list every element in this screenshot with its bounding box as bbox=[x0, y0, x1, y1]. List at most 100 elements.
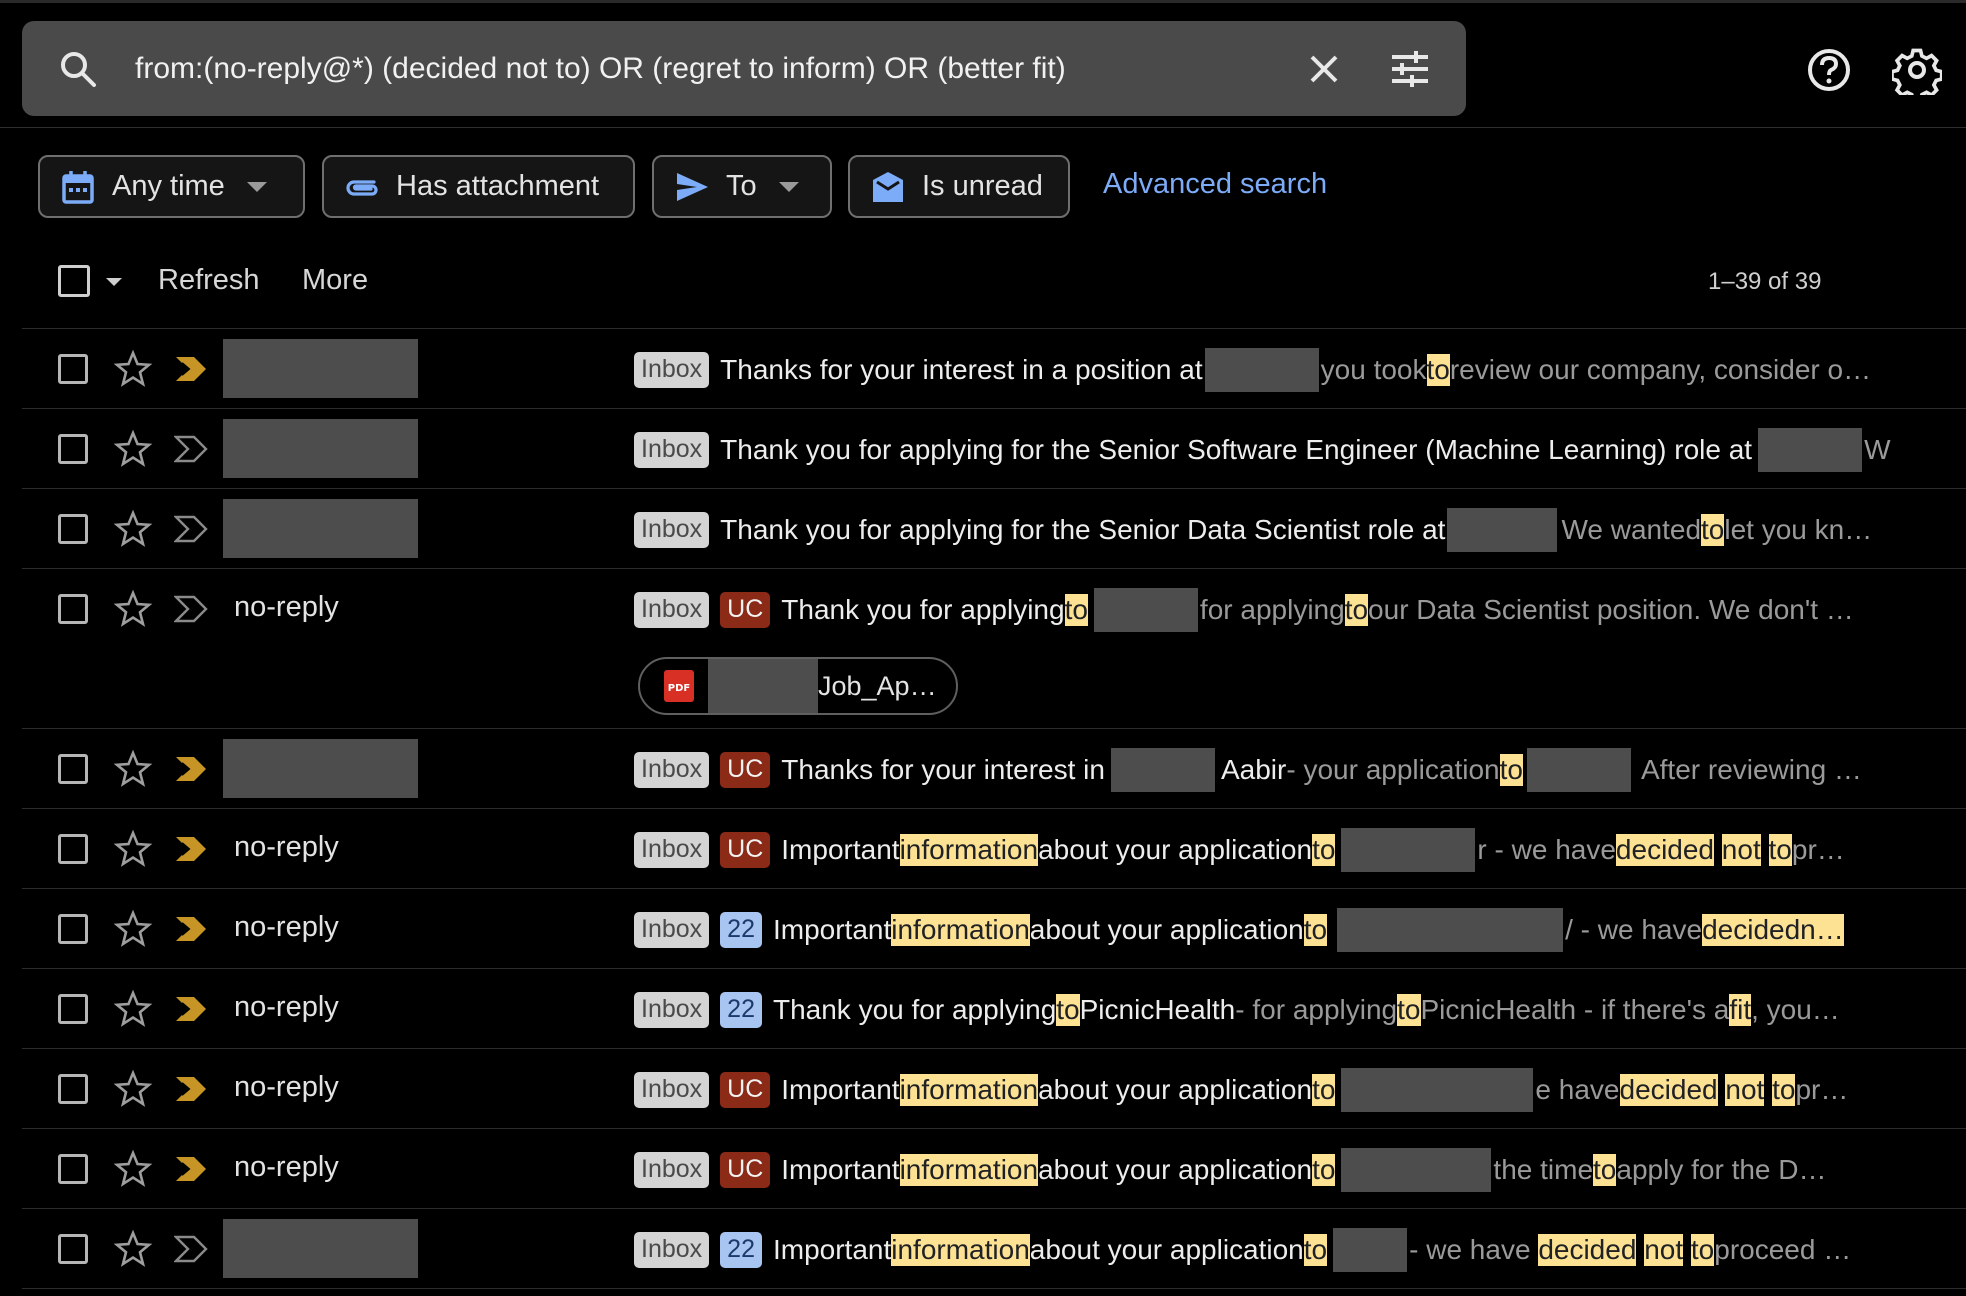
star-icon[interactable] bbox=[113, 749, 153, 789]
redacted-text bbox=[1341, 1068, 1534, 1112]
star-icon[interactable] bbox=[113, 1069, 153, 1109]
importance-marker-icon[interactable] bbox=[174, 993, 208, 1025]
email-snippet: apply for the D… bbox=[1616, 1154, 1827, 1185]
refresh-button[interactable]: Refresh bbox=[158, 264, 260, 297]
email-content: Inbox Thank you for applying for the Sen… bbox=[634, 428, 1942, 472]
email-subject: Thank you for applying for the Senior So… bbox=[720, 434, 1753, 465]
search-highlight: information bbox=[891, 1234, 1030, 1266]
search-highlight: to bbox=[1772, 1074, 1796, 1106]
email-sender: no-reply bbox=[234, 991, 339, 1023]
importance-marker-icon[interactable] bbox=[174, 753, 208, 785]
email-subject: Important bbox=[772, 914, 892, 945]
importance-marker-icon[interactable] bbox=[174, 513, 208, 545]
has-attachment-label: Has attachment bbox=[396, 170, 600, 202]
has-attachment-chip[interactable]: Has attachment bbox=[322, 155, 635, 218]
email-row[interactable]: no-reply Inbox UC Thank you for applying… bbox=[22, 569, 1966, 729]
select-menu-chevron-icon[interactable] bbox=[106, 278, 122, 286]
importance-marker-icon[interactable] bbox=[174, 1073, 208, 1105]
importance-marker-icon[interactable] bbox=[174, 1233, 208, 1265]
importance-marker-icon[interactable] bbox=[174, 593, 208, 625]
uc-label: UC bbox=[720, 832, 771, 868]
email-row[interactable]: no-reply Inbox 22 Thank you for applying… bbox=[22, 969, 1966, 1049]
importance-marker-icon[interactable] bbox=[174, 833, 208, 865]
email-snippet: the time bbox=[1493, 1154, 1594, 1185]
search-highlight: to bbox=[1397, 994, 1421, 1026]
star-icon[interactable] bbox=[113, 829, 153, 869]
email-row[interactable]: Inbox Thanks for your interest in a posi… bbox=[22, 329, 1966, 409]
email-snippet: proceed … bbox=[1714, 1234, 1852, 1265]
email-row[interactable]: no-reply Inbox UC Important information … bbox=[22, 1049, 1966, 1129]
star-icon[interactable] bbox=[113, 589, 153, 629]
email-subject: Important bbox=[781, 1154, 900, 1185]
search-highlight: to bbox=[1303, 914, 1328, 946]
search-options-icon[interactable] bbox=[1388, 47, 1432, 91]
search-highlight: n… bbox=[1800, 914, 1844, 946]
star-icon[interactable] bbox=[113, 429, 153, 469]
row-checkbox[interactable] bbox=[58, 914, 88, 944]
email-snippet: - for applying bbox=[1235, 994, 1398, 1025]
help-icon[interactable] bbox=[1806, 47, 1852, 93]
gear-icon[interactable] bbox=[1892, 45, 1942, 95]
any-time-chip[interactable]: Any time bbox=[38, 155, 305, 218]
row-checkbox[interactable] bbox=[58, 354, 88, 384]
star-icon[interactable] bbox=[113, 509, 153, 549]
email-subject: about your application bbox=[1038, 1154, 1313, 1185]
more-button[interactable]: More bbox=[302, 264, 368, 297]
star-icon[interactable] bbox=[113, 989, 153, 1029]
email-row[interactable]: Inbox Thank you for applying for the Sen… bbox=[22, 409, 1966, 489]
email-snippet: pr… bbox=[1791, 834, 1845, 865]
row-checkbox[interactable] bbox=[58, 1234, 88, 1264]
importance-marker-icon[interactable] bbox=[174, 353, 208, 385]
star-icon[interactable] bbox=[113, 909, 153, 949]
importance-marker-icon[interactable] bbox=[174, 1153, 208, 1185]
search-highlight: not bbox=[1725, 1074, 1765, 1106]
importance-marker-icon[interactable] bbox=[174, 433, 208, 465]
search-highlight: information bbox=[899, 1154, 1039, 1186]
uc-label: UC bbox=[720, 592, 771, 628]
email-snippet: - we have bbox=[1409, 1234, 1531, 1265]
redacted-sender bbox=[223, 339, 418, 398]
inbox-label: Inbox bbox=[634, 992, 710, 1028]
email-content: Inbox UC Important information about you… bbox=[634, 828, 1942, 872]
email-row[interactable]: no-reply Inbox UC Important information … bbox=[22, 1129, 1966, 1209]
email-snippet: for applying bbox=[1199, 594, 1345, 625]
star-icon[interactable] bbox=[113, 1149, 153, 1189]
row-checkbox[interactable] bbox=[58, 994, 88, 1024]
email-row[interactable]: Inbox 22 Important information about you… bbox=[22, 1209, 1966, 1289]
row-checkbox[interactable] bbox=[58, 754, 88, 784]
search-highlight: to bbox=[1064, 594, 1088, 626]
is-unread-label: Is unread bbox=[922, 170, 1043, 202]
redacted-text bbox=[1337, 908, 1564, 952]
search-box[interactable]: from:(no-reply@*) (decided not to) OR (r… bbox=[22, 21, 1466, 116]
attachment-chip[interactable]: PDF Job_Ap… bbox=[638, 657, 958, 715]
email-snippet: r - we have bbox=[1477, 834, 1616, 865]
is-unread-chip[interactable]: Is unread bbox=[848, 155, 1070, 218]
advanced-search-link[interactable]: Advanced search bbox=[1103, 168, 1327, 201]
row-checkbox[interactable] bbox=[58, 594, 88, 624]
to-chip[interactable]: To bbox=[652, 155, 832, 218]
star-icon[interactable] bbox=[113, 1229, 153, 1269]
select-all-checkbox[interactable] bbox=[58, 265, 90, 297]
row-checkbox[interactable] bbox=[58, 1074, 88, 1104]
redacted-text bbox=[708, 659, 818, 713]
email-row[interactable]: no-reply Inbox UC Important information … bbox=[22, 809, 1966, 889]
search-icon[interactable] bbox=[58, 49, 98, 89]
importance-marker-icon[interactable] bbox=[174, 913, 208, 945]
row-checkbox[interactable] bbox=[58, 514, 88, 544]
email-row[interactable]: Inbox Thank you for applying for the Sen… bbox=[22, 489, 1966, 569]
redacted-sender bbox=[223, 1219, 418, 1278]
row-checkbox[interactable] bbox=[58, 434, 88, 464]
email-row[interactable]: no-reply Inbox 22 Important information … bbox=[22, 889, 1966, 969]
email-subject: Important bbox=[781, 834, 900, 865]
email-snippet: e have bbox=[1535, 1074, 1620, 1105]
label-22: 22 bbox=[720, 912, 762, 948]
close-icon[interactable] bbox=[1302, 47, 1346, 91]
row-checkbox[interactable] bbox=[58, 1154, 88, 1184]
email-subject: Important bbox=[781, 1074, 900, 1105]
star-icon[interactable] bbox=[113, 349, 153, 389]
email-row[interactable]: Inbox UC Thanks for your interest in Aab… bbox=[22, 729, 1966, 809]
search-input[interactable]: from:(no-reply@*) (decided not to) OR (r… bbox=[135, 41, 1066, 97]
search-highlight: decided bbox=[1619, 1074, 1718, 1106]
search-highlight: to bbox=[1056, 994, 1080, 1026]
row-checkbox[interactable] bbox=[58, 834, 88, 864]
